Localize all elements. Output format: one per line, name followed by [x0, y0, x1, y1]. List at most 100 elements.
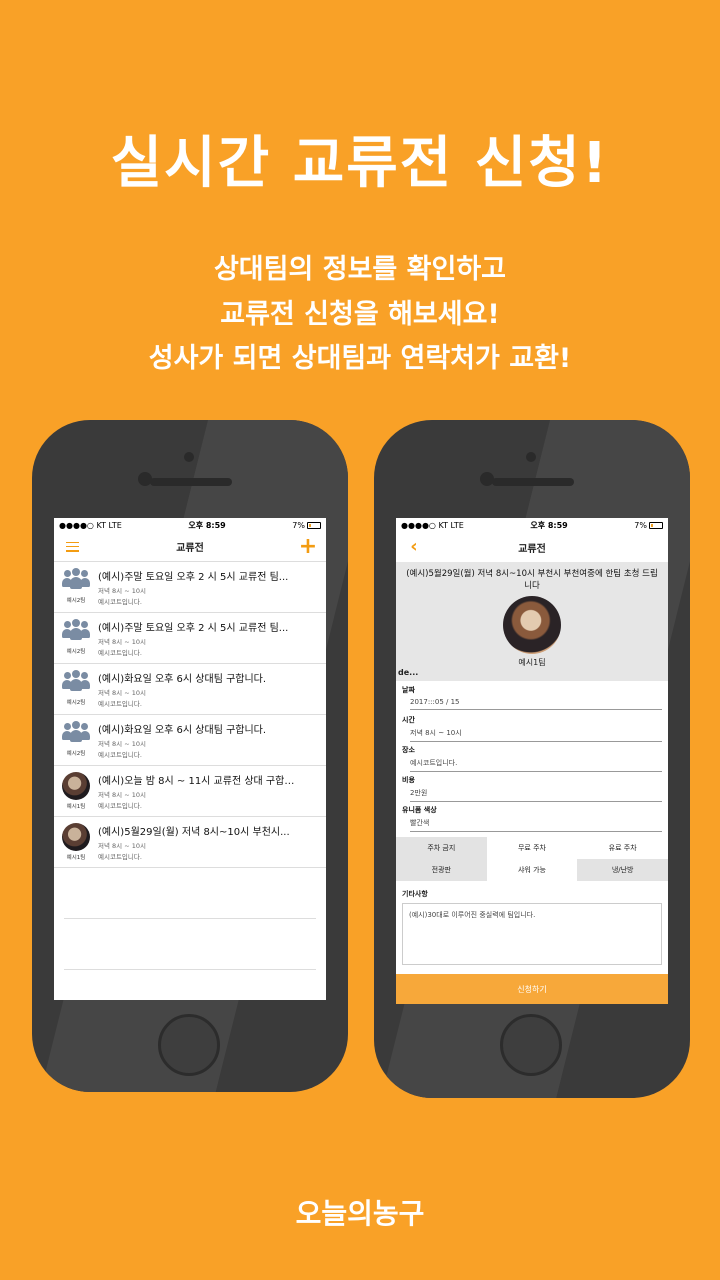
subline-3: 성사가 되면 상대팀과 연락처가 교환! [148, 343, 572, 374]
item-place: 예시코트입니다. [98, 802, 142, 810]
list-item[interactable]: 예시1팀 (예시)오늘 밤 8시 ~ 11시 교류전 상대 구합… 저녁 8시 … [54, 766, 326, 817]
page-title: 교류전 [518, 543, 546, 555]
field-label: 비용 [402, 776, 415, 784]
list-item[interactable]: 예시1팀 (예시)5월29일(월) 저녁 8시~10시 부천시... 저녁 8시… [54, 817, 326, 868]
item-place: 예시코트입니다. [98, 700, 142, 708]
item-time: 저녁 8시 ~ 10시 [98, 638, 146, 646]
item-title: (예시)주말 토요일 오후 2 시 5시 교류전 팀... [98, 572, 289, 583]
field-value[interactable]: 빨간색 [410, 818, 662, 832]
team-label: 예시2팀 [66, 649, 86, 655]
clock: 오후 8:59 [188, 520, 226, 530]
etc-label: 기타사항 [402, 890, 428, 898]
page-title: 교류전 [176, 543, 204, 554]
add-icon[interactable]: + [299, 535, 317, 557]
facility-options: 주차 금지 무료 주차 유료 주차전광판 샤워 가능 냉/난방 [396, 837, 668, 881]
facility-option[interactable]: 유료 주차 [577, 837, 668, 859]
team-photo [62, 772, 90, 800]
item-title: (예시)5월29일(월) 저녁 8시~10시 부천시... [98, 827, 290, 838]
facility-option[interactable]: 무료 주차 [486, 837, 578, 859]
carrier-label: ●●●●○ KT LTE [59, 520, 122, 530]
item-text: (예시)주말 토요일 오후 2 시 5시 교류전 팀... 저녁 8시 ~ 10… [98, 619, 322, 657]
team-icon [62, 619, 90, 645]
back-chevron-icon[interactable]: ‹ [406, 538, 422, 556]
front-camera [184, 452, 194, 462]
field-value[interactable]: 예시코트입니다. [410, 758, 662, 772]
team-label: 예시2팀 [66, 751, 86, 757]
nav-bar: 교류전 + [54, 532, 326, 562]
subline-1: 상대팀의 정보를 확인하고 [213, 254, 507, 285]
field-label: 날짜 [402, 686, 415, 694]
avatar: 예시1팀 [58, 772, 94, 810]
earpiece-speaker [492, 478, 574, 486]
facility-option[interactable]: 냉/난방 [577, 859, 668, 881]
match-description: (예시)5월29일(월) 저녁 8시~10시 부천시 부천여중에 한팀 초청 드… [406, 569, 658, 591]
front-camera [526, 452, 536, 462]
detail-field: 비용 2만원 [396, 771, 668, 802]
nav-bar: ‹ 교류전 [396, 532, 668, 562]
item-place: 예시코트입니다. [98, 751, 142, 759]
detail-field: 시간 저녁 8시 ~ 10시 [396, 711, 668, 742]
battery-status: 7% [292, 521, 321, 530]
detail-header: (예시)5월29일(월) 저녁 8시~10시 부천시 부천여중에 한팀 초청 드… [396, 562, 668, 681]
field-value[interactable]: 2017:::05 / 15 [410, 698, 662, 710]
item-place: 예시코트입니다. [98, 853, 142, 861]
team-avatar [503, 596, 561, 654]
field-label: 장소 [402, 746, 415, 754]
team-photo [62, 823, 90, 851]
phone-left: ●●●●○ KT LTE 오후 8:59 7% 교류전 + 예시2팀 (예시)주… [32, 420, 348, 1092]
detail-field: 날짜 2017:::05 / 15 [396, 681, 668, 711]
item-place: 예시코트입니다. [98, 649, 142, 657]
battery-icon [307, 521, 321, 529]
list-item[interactable]: 예시2팀 (예시)화요일 오후 6시 상대팀 구합니다. 저녁 8시 ~ 10시… [54, 715, 326, 766]
earpiece-speaker [150, 478, 232, 486]
apply-button[interactable]: 신청하기 [396, 974, 668, 1004]
detail-field: 장소 예시코트입니다. [396, 741, 668, 772]
list-item[interactable]: 예시2팀 (예시)주말 토요일 오후 2 시 5시 교류전 팀... 저녁 8시… [54, 562, 326, 613]
clock: 오후 8:59 [530, 520, 568, 530]
phone-right: ●●●●○ KT LTE 오후 8:59 7% ‹ 교류전 (예시)5월29일(… [374, 420, 690, 1098]
detail-screen: ●●●●○ KT LTE 오후 8:59 7% ‹ 교류전 (예시)5월29일(… [396, 518, 668, 1004]
team-label: 예시1팀 [66, 855, 86, 861]
field-value[interactable]: 2만원 [410, 788, 662, 802]
item-text: (예시)오늘 밤 8시 ~ 11시 교류전 상대 구합… 저녁 8시 ~ 10시… [98, 772, 322, 810]
empty-row [64, 919, 316, 970]
home-button [500, 1014, 562, 1076]
battery-status: 7% [634, 521, 663, 530]
menu-icon[interactable] [64, 539, 80, 555]
team-icon [62, 568, 90, 594]
item-time: 저녁 8시 ~ 10시 [98, 740, 146, 748]
item-text: (예시)5월29일(월) 저녁 8시~10시 부천시... 저녁 8시 ~ 10… [98, 823, 322, 861]
team-name: 예시1팀 [518, 658, 546, 667]
item-place: 예시코트입니다. [98, 598, 142, 606]
item-text: (예시)화요일 오후 6시 상대팀 구합니다. 저녁 8시 ~ 10시 예시코트… [98, 670, 322, 708]
item-time: 저녁 8시 ~ 10시 [98, 842, 146, 850]
list-item[interactable]: 예시2팀 (예시)화요일 오후 6시 상대팀 구합니다. 저녁 8시 ~ 10시… [54, 664, 326, 715]
avatar: 예시1팀 [58, 823, 94, 861]
etc-textarea[interactable]: (예시)30대로 이루어진 중실력에 팀입니다. [402, 903, 662, 965]
team-icon [62, 670, 90, 696]
avatar: 예시2팀 [58, 721, 94, 757]
battery-icon [649, 521, 663, 529]
item-title: (예시)주말 토요일 오후 2 시 5시 교류전 팀... [98, 623, 289, 634]
team-label: 예시1팀 [66, 804, 86, 810]
avatar: 예시2팀 [58, 619, 94, 655]
detail-field: 유니폼 색상 빨간색 [396, 801, 668, 832]
facility-option[interactable]: 주차 금지 [396, 837, 487, 859]
item-text: (예시)화요일 오후 6시 상대팀 구합니다. 저녁 8시 ~ 10시 예시코트… [98, 721, 322, 759]
field-value[interactable]: 저녁 8시 ~ 10시 [410, 728, 662, 742]
empty-row [64, 868, 316, 919]
team-label: 예시2팀 [66, 700, 86, 706]
item-time: 저녁 8시 ~ 10시 [98, 587, 146, 595]
facility-option[interactable]: 전광판 [396, 859, 487, 881]
team-icon [62, 721, 90, 747]
home-button [158, 1014, 220, 1076]
truncated-label: de... [398, 668, 419, 677]
avatar: 예시2팀 [58, 568, 94, 604]
field-label: 시간 [402, 716, 415, 724]
headline: 실시간 교류전 신청! [110, 131, 610, 196]
item-time: 저녁 8시 ~ 10시 [98, 791, 146, 799]
match-list: 예시2팀 (예시)주말 토요일 오후 2 시 5시 교류전 팀... 저녁 8시… [54, 562, 326, 868]
list-item[interactable]: 예시2팀 (예시)주말 토요일 오후 2 시 5시 교류전 팀... 저녁 8시… [54, 613, 326, 664]
item-time: 저녁 8시 ~ 10시 [98, 689, 146, 697]
facility-option[interactable]: 샤워 가능 [486, 859, 578, 881]
